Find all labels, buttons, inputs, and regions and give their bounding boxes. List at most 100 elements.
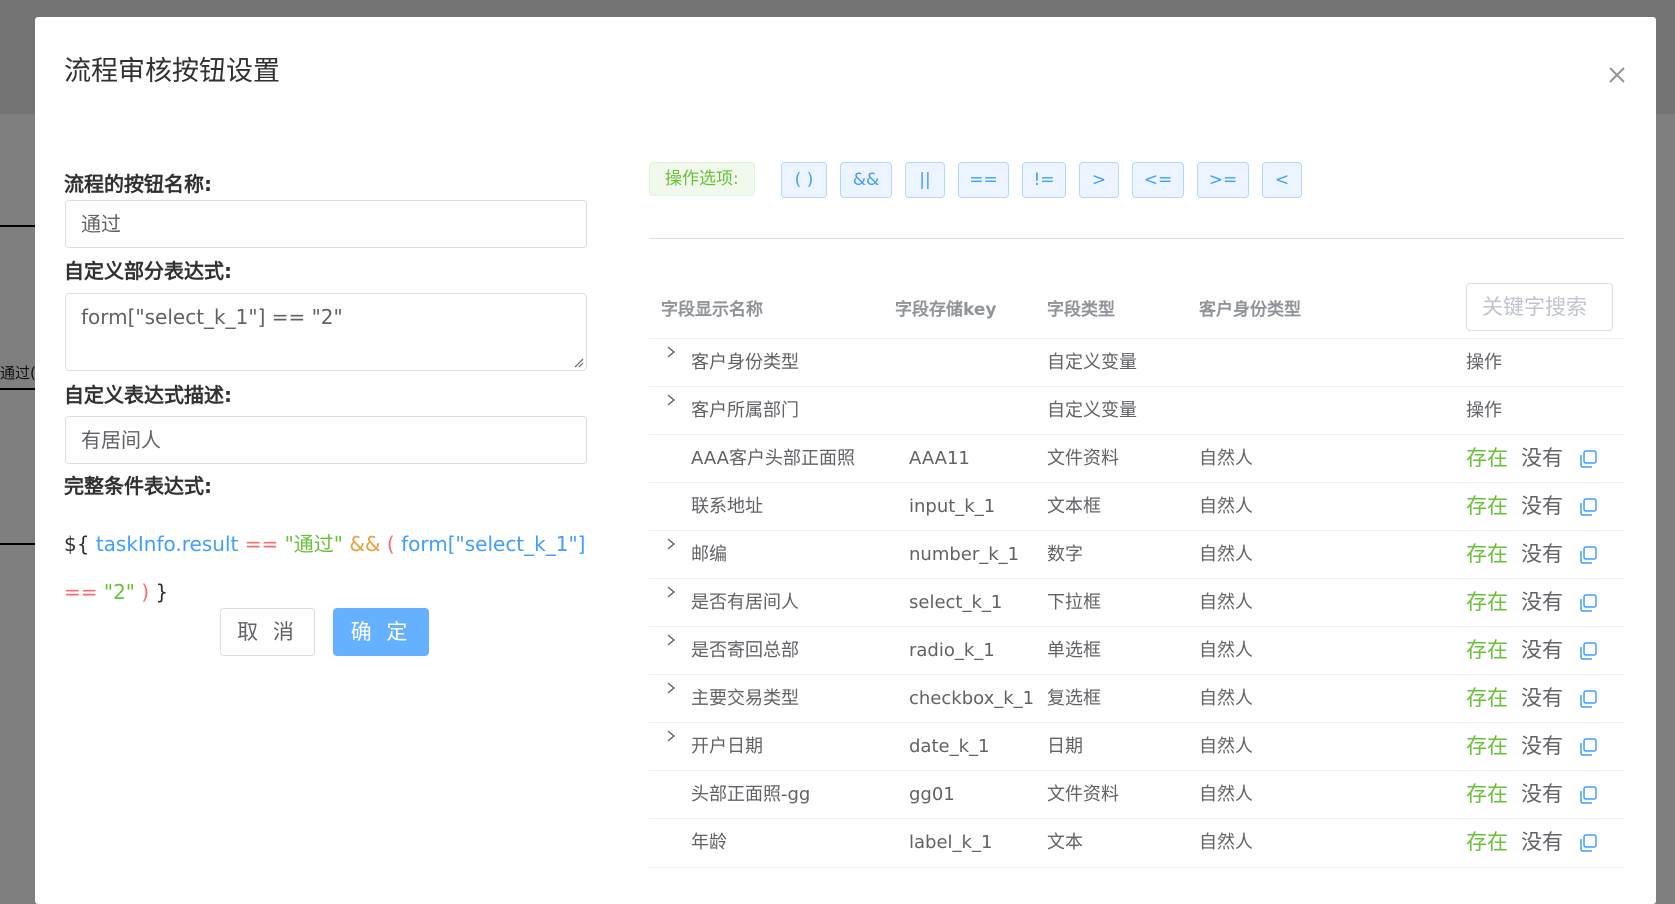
column-header-identity-type: 客户身份类型 (1199, 300, 1301, 320)
operator-less-equal-button[interactable]: <= (1132, 162, 1184, 198)
none-link[interactable]: 没有 (1521, 435, 1563, 482)
chevron-right-icon[interactable] (664, 537, 678, 551)
expr-token: == (64, 580, 98, 604)
exist-link[interactable]: 存在 (1466, 723, 1508, 770)
cell-storage-key: AAA11 (909, 448, 970, 469)
cell-storage-key: radio_k_1 (909, 640, 995, 661)
table-row: 是否有居间人 select_k_1 下拉框 自然人 存在 没有 (649, 578, 1624, 627)
copy-icon[interactable] (1578, 689, 1598, 709)
none-link[interactable]: 没有 (1521, 819, 1563, 866)
cell-display-name: 头部正面照-gg (691, 784, 811, 805)
table-row: AAA客户头部正面照 AAA11 文件资料 自然人 存在 没有 (649, 434, 1624, 483)
expr-token: form["select_k_1"] (401, 532, 586, 556)
background-divider (0, 388, 36, 390)
cancel-button[interactable]: 取 消 (220, 608, 315, 656)
cell-field-type: 自定义变量 (1047, 352, 1137, 373)
expr-token: && (349, 532, 381, 556)
column-header-field-type: 字段类型 (1047, 300, 1115, 320)
none-link[interactable]: 没有 (1521, 531, 1563, 578)
operator-and-button[interactable]: && (840, 162, 892, 198)
operator-equal-button[interactable]: == (958, 162, 1009, 198)
column-header-storage-key: 字段存储key (895, 300, 997, 320)
cell-display-name: 是否有居间人 (691, 592, 799, 613)
table-row: 主要交易类型 checkbox_k_1 复选框 自然人 存在 没有 (649, 674, 1624, 723)
expr-token: ) (141, 580, 150, 604)
custom-expression-textarea[interactable]: form["select_k_1"] == "2" (65, 293, 587, 371)
cell-storage-key: label_k_1 (909, 832, 993, 853)
none-link[interactable]: 没有 (1521, 627, 1563, 674)
expr-token: } (155, 580, 169, 604)
cell-field-type: 单选框 (1047, 640, 1101, 661)
operator-options-tag: 操作选项: (649, 162, 755, 196)
none-link[interactable]: 没有 (1521, 723, 1563, 770)
operator-less-than-button[interactable]: < (1262, 162, 1302, 198)
expr-token: "通过" (284, 532, 343, 556)
copy-icon[interactable] (1578, 497, 1598, 517)
table-row: 客户所属部门 自定义变量 操作 (649, 386, 1624, 435)
expr-token: ${ (64, 532, 90, 556)
table-row: 开户日期 date_k_1 日期 自然人 存在 没有 (649, 722, 1624, 771)
custom-expression-value: form["select_k_1"] == "2" (81, 305, 343, 329)
chevron-right-icon[interactable] (664, 585, 678, 599)
cell-storage-key: gg01 (909, 784, 955, 805)
cell-action: 操作 (1466, 352, 1502, 373)
cell-identity-type: 自然人 (1199, 784, 1253, 805)
copy-icon[interactable] (1578, 737, 1598, 757)
operator-not-equal-button[interactable]: != (1022, 162, 1066, 198)
operator-greater-than-button[interactable]: > (1079, 162, 1119, 198)
copy-icon[interactable] (1578, 545, 1598, 565)
table-row: 联系地址 input_k_1 文本框 自然人 存在 没有 (649, 482, 1624, 531)
resize-handle-icon[interactable] (572, 356, 584, 368)
cell-display-name: 是否寄回总部 (691, 640, 799, 661)
exist-link[interactable]: 存在 (1466, 483, 1508, 530)
confirm-button[interactable]: 确 定 (333, 608, 429, 656)
none-link[interactable]: 没有 (1521, 675, 1563, 722)
cell-display-name: AAA客户头部正面照 (691, 448, 855, 469)
copy-icon[interactable] (1578, 593, 1598, 613)
chevron-right-icon[interactable] (664, 729, 678, 743)
close-button[interactable] (1604, 62, 1630, 88)
cell-action: 操作 (1466, 400, 1502, 421)
cell-storage-key: checkbox_k_1 (909, 688, 1035, 709)
background-divider (0, 543, 36, 545)
cell-display-name: 联系地址 (691, 496, 763, 517)
operator-parentheses-button[interactable]: ( ) (781, 162, 827, 198)
copy-icon[interactable] (1578, 449, 1598, 469)
expr-token: taskInfo.result (95, 532, 239, 556)
button-name-label: 流程的按钮名称: (64, 172, 212, 196)
operator-greater-equal-button[interactable]: >= (1197, 162, 1249, 198)
none-link[interactable]: 没有 (1521, 771, 1563, 818)
chevron-right-icon[interactable] (664, 393, 678, 407)
cell-field-type: 文件资料 (1047, 784, 1119, 805)
cell-display-name: 客户身份类型 (691, 352, 799, 373)
exist-link[interactable]: 存在 (1466, 819, 1508, 866)
close-icon (1609, 67, 1625, 83)
exist-link[interactable]: 存在 (1466, 435, 1508, 482)
keyword-search-input[interactable]: 关键字搜索 (1466, 283, 1613, 331)
custom-expression-label: 自定义部分表达式: (64, 259, 232, 283)
expression-description-input[interactable]: 有居间人 (65, 416, 587, 464)
exist-link[interactable]: 存在 (1466, 627, 1508, 674)
chevron-right-icon[interactable] (664, 345, 678, 359)
copy-icon[interactable] (1578, 641, 1598, 661)
operator-or-button[interactable]: || (905, 162, 945, 198)
exist-link[interactable]: 存在 (1466, 771, 1508, 818)
cell-identity-type: 自然人 (1199, 736, 1253, 757)
cell-storage-key: date_k_1 (909, 736, 990, 757)
chevron-right-icon[interactable] (664, 633, 678, 647)
none-link[interactable]: 没有 (1521, 483, 1563, 530)
copy-icon[interactable] (1578, 833, 1598, 853)
expression-description-label: 自定义表达式描述: (64, 383, 232, 407)
cell-display-name: 主要交易类型 (691, 688, 799, 709)
cell-display-name: 邮编 (691, 544, 727, 565)
button-name-input[interactable]: 通过 (65, 200, 587, 248)
cell-display-name: 年龄 (691, 832, 727, 853)
none-link[interactable]: 没有 (1521, 579, 1563, 626)
cell-identity-type: 自然人 (1199, 544, 1253, 565)
exist-link[interactable]: 存在 (1466, 579, 1508, 626)
exist-link[interactable]: 存在 (1466, 675, 1508, 722)
chevron-right-icon[interactable] (664, 681, 678, 695)
exist-link[interactable]: 存在 (1466, 531, 1508, 578)
dialog-title: 流程审核按钮设置 (64, 56, 280, 87)
copy-icon[interactable] (1578, 785, 1598, 805)
